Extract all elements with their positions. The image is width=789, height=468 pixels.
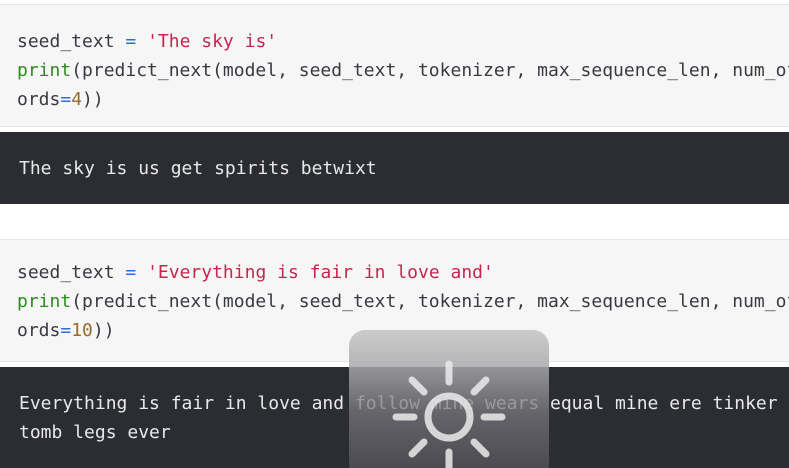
output-cell-1: The sky is us get spirits betwixt <box>0 132 789 204</box>
code-line: ords=4)) <box>17 89 104 110</box>
code-line: print(predict_next(model, seed_text, tok… <box>17 291 789 312</box>
brightness-overlay <box>349 330 549 468</box>
output-text: The sky is us get spirits betwixt <box>19 158 377 179</box>
brightness-sun-icon <box>392 360 506 468</box>
code-line: print(predict_next(model, seed_text, tok… <box>17 60 789 81</box>
code-line: seed_text = 'The sky is' <box>17 31 278 52</box>
code-cell-1[interactable]: seed_text = 'The sky is' print(predict_n… <box>0 4 789 127</box>
code-line: seed_text = 'Everything is fair in love … <box>17 262 494 283</box>
